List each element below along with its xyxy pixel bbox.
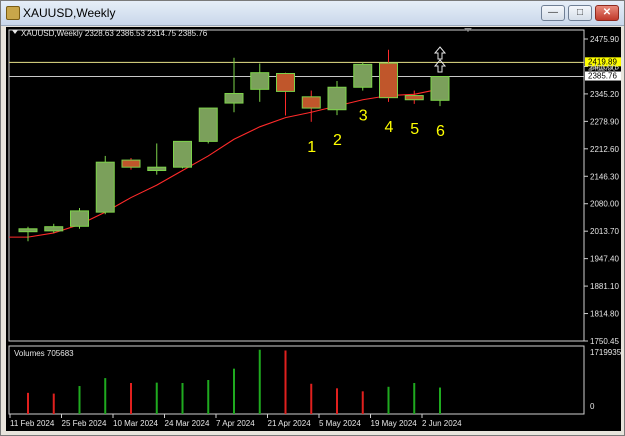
candle-body[interactable] — [327, 86, 347, 111]
candle-body[interactable] — [404, 95, 424, 101]
date-tick-label: 24 Mar 2024 — [165, 419, 210, 428]
date-tick-label: 11 Feb 2024 — [10, 419, 55, 428]
title-bar[interactable]: XAUUSD,Weekly — □ ✕ — [1, 1, 624, 26]
up-arrow-icon — [433, 46, 447, 60]
price-tick-label: 2013.70 — [590, 227, 619, 236]
candle-body[interactable] — [379, 62, 398, 99]
date-tick-label: 19 May 2024 — [371, 419, 418, 428]
volume-panel-frame — [8, 345, 585, 415]
candle-body[interactable] — [301, 96, 321, 109]
window-title: XAUUSD,Weekly — [23, 6, 116, 20]
candle-body[interactable] — [224, 92, 244, 104]
price-tick-label: 2475.90 — [590, 35, 619, 44]
candle-body[interactable] — [430, 76, 450, 101]
price-tick-label: 2345.20 — [590, 90, 619, 99]
volume-zero-label: 0 — [590, 402, 595, 411]
candle-body[interactable] — [18, 228, 38, 233]
candle-marker-number: 5 — [410, 121, 419, 138]
chart-header-label: XAUUSD,Weekly 2328.63 2386.53 2314.75 23… — [21, 29, 208, 38]
candle-body[interactable] — [353, 63, 373, 88]
candle-body[interactable] — [147, 166, 167, 172]
candle-marker-number: 6 — [436, 123, 445, 140]
candle-body[interactable] — [198, 107, 218, 142]
price-tick-label: 1814.80 — [590, 310, 619, 319]
price-tick-label: 2278.90 — [590, 117, 619, 126]
candle-marker-number: 1 — [307, 139, 316, 156]
price-tick-label: 2212.60 — [590, 145, 619, 154]
date-tick-label: 5 May 2024 — [319, 419, 361, 428]
price-tag-current: 2385.76 — [588, 72, 617, 81]
volume-indicator-label: Volumes 705683 — [14, 349, 74, 358]
minimize-button[interactable]: — — [541, 5, 565, 21]
up-arrow-icon — [433, 59, 447, 73]
candle-marker-number: 3 — [359, 108, 368, 125]
price-tick-label: 1947.40 — [590, 255, 619, 264]
price-tick-label: 2146.30 — [590, 172, 619, 181]
collapse-triangle-icon[interactable] — [12, 30, 18, 34]
candle-body[interactable] — [276, 73, 295, 92]
candle-body[interactable] — [173, 140, 192, 168]
price-chart-svg[interactable]: 2475.902410.752345.202278.902212.602146.… — [6, 27, 622, 431]
date-tick-label: 7 Apr 2024 — [216, 419, 255, 428]
maximize-button[interactable]: □ — [568, 5, 592, 21]
candle-body[interactable] — [44, 226, 64, 232]
price-tick-label: 1750.45 — [590, 337, 619, 346]
date-tick-label: 21 Apr 2024 — [268, 419, 312, 428]
volume-max-label: 1719935 — [590, 348, 621, 357]
chart-area[interactable]: 2475.90 2410.75 2345.20 2278.90 2212.60 2146.… — [6, 27, 622, 431]
close-button[interactable]: ✕ — [595, 5, 619, 21]
candle-body[interactable] — [95, 161, 115, 213]
terminal-window: XAUUSD,Weekly — □ ✕ 2475.90 2410.75 2345.2… — [0, 0, 625, 436]
candle-body[interactable] — [121, 159, 141, 168]
date-tick-label: 10 Mar 2024 — [113, 419, 158, 428]
candle-body[interactable] — [250, 72, 270, 90]
candle-marker-number: 4 — [385, 119, 394, 136]
candle-marker-number: 2 — [333, 132, 342, 149]
candle-body[interactable] — [70, 210, 89, 227]
date-tick-label: 25 Feb 2024 — [62, 419, 107, 428]
date-tick-label: 2 Jun 2024 — [422, 419, 462, 428]
price-tick-label: 2080.00 — [590, 200, 619, 209]
price-tick-label: 1881.10 — [590, 282, 619, 291]
chart-window-icon — [6, 6, 20, 20]
